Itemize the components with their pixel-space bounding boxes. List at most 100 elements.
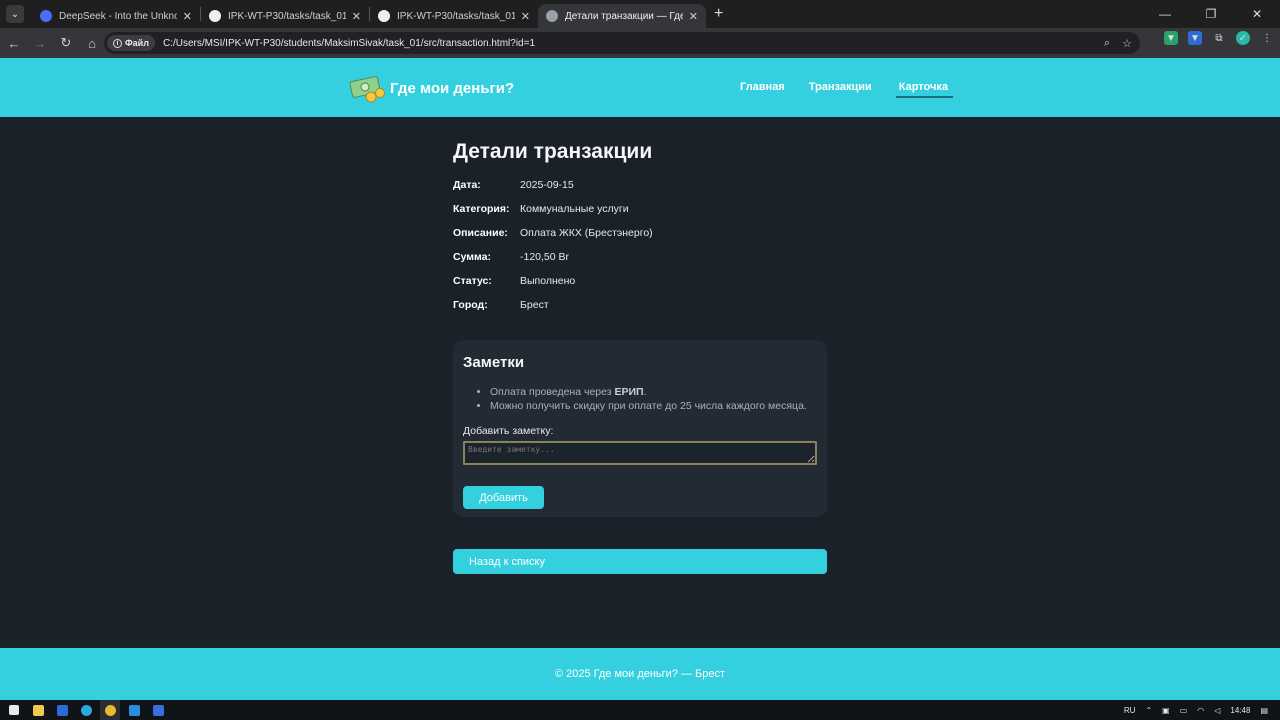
system-tray: RU ⌃ ▣ ▭ ◠ ◁ 14:48 ▤ (1124, 700, 1268, 720)
deepseek-icon (40, 10, 52, 22)
back-arrow-icon[interactable]: ← (2, 31, 26, 55)
profile-avatar-icon[interactable]: ✓ (1236, 31, 1250, 45)
details-list: Дата: 2025-09-15 Категория: Коммунальные… (453, 179, 827, 323)
github-icon (378, 10, 390, 22)
site-info-chip[interactable]: i Файл (107, 35, 155, 51)
browser-tab-active[interactable]: Детали транзакции — Где мои ✕ (538, 4, 706, 28)
omnibox-actions: ⌕ ☆ (1104, 32, 1132, 54)
app-icon[interactable] (148, 700, 168, 720)
detail-value: 2025-09-15 (520, 179, 574, 191)
windows-start-icon[interactable] (4, 700, 24, 720)
screen-icon[interactable]: ▣ (1162, 706, 1170, 715)
close-tab-icon[interactable]: ✕ (521, 10, 530, 23)
address-bar[interactable]: i Файл C:/Users/MSI/IPK-WT-P30/students/M… (104, 32, 1140, 54)
tab-title: Детали транзакции — Где мои (565, 10, 683, 22)
browser-tab[interactable]: IPK-WT-P30/tasks/task_01/read ✕ (201, 4, 369, 28)
site-header: Где мои деньги? Главная Транзакции Карто… (0, 58, 1280, 117)
tab-title: IPK-WT-P30/tasks/task_01/read (397, 10, 515, 22)
notes-card: Заметки Оплата проведена через ЕРИП. Мож… (453, 340, 827, 517)
footer-text: © 2025 Где мои деньги? — Брест (554, 668, 726, 680)
file-explorer-icon[interactable] (28, 700, 48, 720)
logo-text: Где мои деньги? (390, 79, 515, 97)
detail-value: Оплата ЖКХ (Брестэнерго) (520, 227, 653, 239)
detail-row-status: Статус: Выполнено (453, 275, 827, 299)
browser-tab-bar: ⌄ DeepSeek - Into the Unknown ✕ IPK-WT-P… (0, 0, 1280, 28)
tab-title: IPK-WT-P30/tasks/task_01/read (228, 10, 346, 22)
new-tab-icon[interactable]: + (714, 5, 723, 23)
minimize-icon[interactable]: — (1142, 0, 1188, 28)
detail-label: Город: (453, 299, 488, 311)
restore-icon[interactable]: ❐ (1188, 0, 1234, 28)
detail-label: Описание: (453, 227, 508, 239)
detail-value: Коммунальные услуги (520, 203, 629, 215)
extensions-puzzle-icon[interactable]: ⧉ (1212, 31, 1226, 45)
site-footer: © 2025 Где мои деньги? — Брест (0, 648, 1280, 700)
url-text[interactable]: C:/Users/MSI/IPK-WT-P30/students/MaksimS… (163, 38, 535, 49)
note-item: Оплата проведена через ЕРИП. (490, 385, 817, 399)
tab-search-chevron-icon[interactable]: ⌄ (6, 5, 24, 23)
telegram-icon[interactable] (76, 700, 96, 720)
browser-toolbar: ← → ↻ ⌂ i Файл C:/Users/MSI/IPK-WT-P30/st… (0, 28, 1280, 58)
home-icon[interactable]: ⌂ (80, 31, 104, 55)
note-bold-text: ЕРИП (614, 386, 644, 398)
add-note-button[interactable]: Добавить (463, 486, 544, 509)
detail-label: Статус: (453, 275, 492, 287)
transaction-details: Детали транзакции Дата: 2025-09-15 Катег… (453, 140, 827, 574)
vpn-extension-icon[interactable]: ▼ (1188, 31, 1202, 45)
money-logo-icon (349, 73, 387, 103)
close-tab-icon[interactable]: ✕ (352, 10, 361, 23)
detail-label: Сумма: (453, 251, 492, 263)
window-controls: — ❐ ✕ (1142, 0, 1280, 28)
add-note-label: Добавить заметку: (463, 425, 554, 437)
vscode-icon[interactable] (124, 700, 144, 720)
main-nav: Главная Транзакции Карточка (740, 81, 954, 98)
bookmark-star-icon[interactable]: ☆ (1122, 37, 1132, 50)
clock[interactable]: 14:48 (1230, 706, 1250, 715)
reload-icon[interactable]: ↻ (54, 31, 78, 55)
browser-menu-icon[interactable]: ⋮ (1260, 31, 1274, 45)
shield-extension-icon[interactable]: ▼ (1164, 31, 1178, 45)
close-window-icon[interactable]: ✕ (1234, 0, 1280, 28)
language-indicator[interactable]: RU (1124, 706, 1136, 715)
tray-chevron-icon[interactable]: ⌃ (1145, 706, 1152, 715)
notes-title: Заметки (463, 354, 525, 371)
nav-card[interactable]: Карточка (895, 81, 954, 98)
page-title: Детали транзакции (453, 140, 653, 163)
chip-label: Файл (125, 38, 149, 48)
back-to-list-button[interactable]: Назад к списку (453, 549, 827, 574)
detail-label: Дата: (453, 179, 481, 191)
detail-row-city: Город: Брест (453, 299, 827, 323)
note-text: Оплата проведена через (490, 386, 615, 398)
note-text: . (643, 386, 647, 398)
nav-transactions[interactable]: Транзакции (809, 81, 872, 98)
extensions-area: ▼ ▼ ⧉ ✓ ⋮ (1164, 31, 1274, 45)
detail-label: Категория: (453, 203, 510, 215)
forward-arrow-icon[interactable]: → (28, 31, 52, 55)
globe-icon (546, 10, 558, 22)
close-tab-icon[interactable]: ✕ (689, 10, 698, 23)
detail-row-description: Описание: Оплата ЖКХ (Брестэнерго) (453, 227, 827, 251)
close-tab-icon[interactable]: ✕ (183, 10, 192, 23)
info-icon: i (113, 38, 122, 48)
os-taskbar: RU ⌃ ▣ ▭ ◠ ◁ 14:48 ▤ (0, 700, 1280, 720)
detail-row-amount: Сумма: -120,50 Br (453, 251, 827, 275)
notes-list: Оплата проведена через ЕРИП. Можно получ… (490, 385, 817, 413)
detail-row-category: Категория: Коммунальные услуги (453, 203, 827, 227)
nav-home[interactable]: Главная (740, 81, 785, 98)
volume-icon[interactable]: ◁ (1214, 706, 1220, 715)
notifications-icon[interactable]: ▤ (1260, 706, 1268, 715)
zoom-icon[interactable]: ⌕ (1104, 37, 1110, 50)
battery-icon[interactable]: ▭ (1180, 706, 1188, 715)
detail-value: Выполнено (520, 275, 576, 287)
wifi-icon[interactable]: ◠ (1197, 706, 1204, 715)
detail-value: Брест (520, 299, 549, 311)
github-icon (209, 10, 221, 22)
site-logo[interactable]: Где мои деньги? (349, 73, 514, 103)
word-icon[interactable] (52, 700, 72, 720)
detail-value: -120,50 Br (520, 251, 570, 263)
browser-tab[interactable]: IPK-WT-P30/tasks/task_01/read ✕ (370, 4, 538, 28)
browser-tab[interactable]: DeepSeek - Into the Unknown ✕ (32, 4, 200, 28)
note-input[interactable] (463, 441, 817, 465)
chrome-icon[interactable] (100, 700, 120, 720)
detail-row-date: Дата: 2025-09-15 (453, 179, 827, 203)
